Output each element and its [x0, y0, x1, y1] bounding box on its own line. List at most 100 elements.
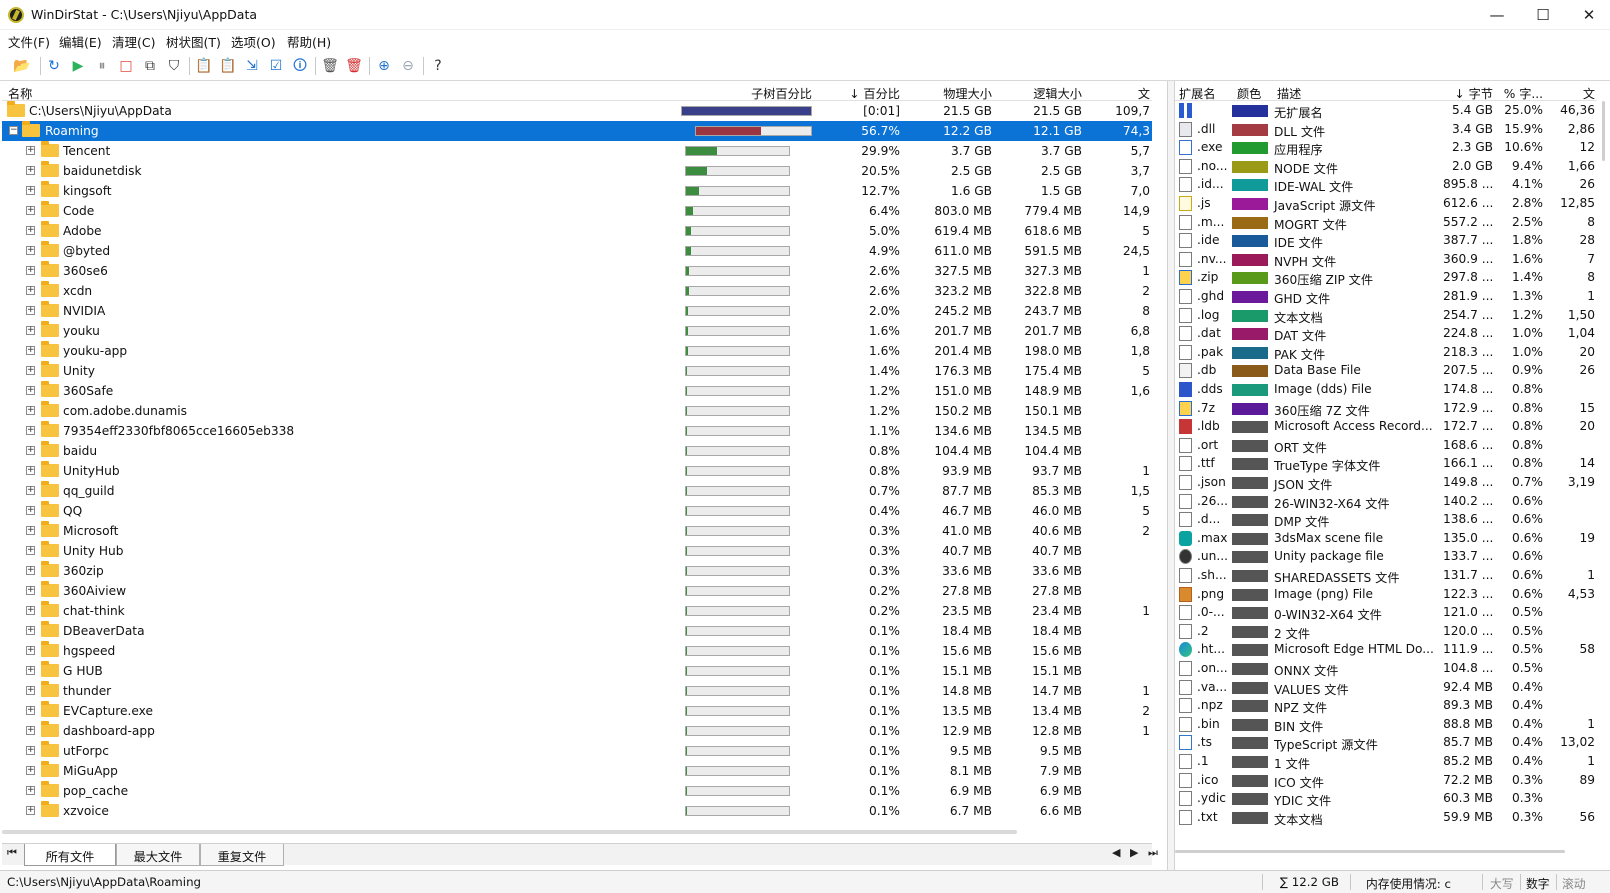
tree-row-thunder[interactable]: + thunder 0.1% 14.8 MB 14.7 MB 1 — [2, 681, 1152, 701]
pause-button[interactable]: ⏸ — [91, 55, 113, 77]
ext-row-un[interactable]: .un... Unity package file 133.7 ... 0.6% — [1175, 547, 1597, 566]
expand-toggle[interactable]: + — [26, 806, 35, 815]
tree-row-dashboard-app[interactable]: + dashboard-app 0.1% 12.9 MB 12.8 MB 1 — [2, 721, 1152, 741]
ext-row-va[interactable]: .va... VALUES 文件 92.4 MB 0.4% — [1175, 678, 1597, 697]
tree-row-360aiview[interactable]: +360Aiview 0.2% 27.8 MB 27.8 MB — [2, 581, 1152, 601]
column-subtree-percent[interactable]: 子树百分比 — [682, 84, 812, 102]
tab-all-files[interactable]: 所有文件 — [24, 844, 116, 866]
tree-row-360safe[interactable]: +360Safe 1.2% 151.0 MB 148.9 MB 1,6 — [2, 381, 1152, 401]
expand-toggle[interactable]: + — [26, 246, 35, 255]
ext-row-ort[interactable]: .ort ORT 文件 168.6 ... 0.8% — [1175, 436, 1597, 455]
ext-row-id[interactable]: .id... IDE-WAL 文件 895.8 ... 4.1% 26 — [1175, 175, 1597, 194]
zoom-in-button[interactable]: ⊕ — [373, 55, 395, 77]
expand-toggle[interactable]: + — [26, 326, 35, 335]
ext-row-dat[interactable]: .dat DAT 文件 224.8 ... 1.0% 1,04 — [1175, 324, 1597, 343]
tree-row-baidunetdisk[interactable]: + baidunetdisk 20.5% 2.5 GB 2.5 GB 3,7 — [2, 161, 1152, 181]
tree-selected-row[interactable]: − Roaming 56.7% 12.2 GB 12.1 GB 74,3 — [2, 121, 1152, 141]
ext-row-npz[interactable]: .npz NPZ 文件 89.3 MB 0.4% — [1175, 696, 1597, 715]
ext-row-ydic[interactable]: .ydic YDIC 文件 60.3 MB 0.3% — [1175, 789, 1597, 808]
expand-toggle[interactable]: + — [26, 666, 35, 675]
ext-row-1[interactable]: .1 1 文件 85.2 MB 0.4% 1 — [1175, 752, 1597, 771]
next-tab-arrow-icon[interactable]: ▶ — [1130, 846, 1138, 859]
expand-toggle[interactable]: + — [26, 626, 35, 635]
menu-cleanup[interactable]: 清理(C) — [112, 32, 155, 51]
expand-toggle[interactable]: + — [26, 786, 35, 795]
column-color[interactable]: 颜色 — [1237, 84, 1261, 102]
ext-row-no[interactable]: .no... NODE 文件 2.0 GB 9.4% 1,66 — [1175, 157, 1597, 176]
expand-toggle[interactable]: + — [26, 546, 35, 555]
ext-row-ts[interactable]: .ts TypeScript 源文件 85.7 MB 0.4% 13,02 — [1175, 733, 1597, 752]
tree-row-code[interactable]: + Code 6.4% 803.0 MB 779.4 MB 14,9 — [2, 201, 1152, 221]
tree-row-unity-hub[interactable]: + Unity Hub 0.3% 40.7 MB 40.7 MB — [2, 541, 1152, 561]
tree-row-qq-guild[interactable]: + qq_guild 0.7% 87.7 MB 85.3 MB 1,5 — [2, 481, 1152, 501]
tree-row-pop-cache[interactable]: + pop_cache 0.1% 6.9 MB 6.9 MB — [2, 781, 1152, 801]
ext-row-d[interactable]: .d... DMP 文件 138.6 ... 0.6% — [1175, 510, 1597, 529]
tab-duplicate-files[interactable]: 重复文件 — [200, 844, 284, 866]
tree-row-g-hub[interactable]: + G HUB 0.1% 15.1 MB 15.1 MB — [2, 661, 1152, 681]
filter-button[interactable]: ⛉ — [163, 55, 185, 77]
expand-toggle[interactable]: + — [26, 266, 35, 275]
scrollbar-thumb[interactable] — [2, 830, 1017, 834]
expand-toggle[interactable]: + — [26, 606, 35, 615]
collapse-toggle[interactable]: − — [9, 126, 18, 135]
expand-toggle[interactable]: + — [26, 486, 35, 495]
open-folder-button[interactable]: 📂 — [11, 55, 33, 77]
tree-root-row[interactable]: C:\Users\Njiyu\AppData [0:01] 21.5 GB 21… — [2, 101, 1152, 121]
tree-row-baidu[interactable]: + baidu 0.8% 104.4 MB 104.4 MB — [2, 441, 1152, 461]
ext-row-log[interactable]: .log 文本文档 254.7 ... 1.2% 1,50 — [1175, 306, 1597, 325]
pane-splitter[interactable] — [1167, 81, 1175, 870]
ext-row-ico[interactable]: .ico ICO 文件 72.2 MB 0.3% 89 — [1175, 771, 1597, 790]
ext-row-2[interactable]: .2 2 文件 120.0 ... 0.5% — [1175, 622, 1597, 641]
directory-tree[interactable]: C:\Users\Njiyu\AppData [0:01] 21.5 GB 21… — [2, 101, 1152, 835]
expand-toggle[interactable]: + — [26, 186, 35, 195]
first-tab-arrow-icon[interactable]: ⏮ — [7, 846, 17, 860]
extension-vertical-scrollbar[interactable] — [1599, 101, 1607, 835]
tree-row-youku[interactable]: + youku 1.6% 201.7 MB 201.7 MB 6,8 — [2, 321, 1152, 341]
menu-edit[interactable]: 编辑(E) — [59, 32, 102, 51]
column-logical-size[interactable]: 逻辑大小 — [997, 84, 1082, 102]
recycle-button[interactable]: 🗑 — [319, 55, 341, 77]
expand-toggle[interactable]: + — [26, 466, 35, 475]
ext-row-db[interactable]: .db Data Base File 207.5 ... 0.9% 26 — [1175, 361, 1597, 380]
expand-toggle[interactable]: + — [26, 746, 35, 755]
maximize-button[interactable]: ☐ — [1520, 0, 1566, 30]
tree-row-evcapture-exe[interactable]: + EVCapture.exe 0.1% 13.5 MB 13.4 MB 2 — [2, 701, 1152, 721]
ext-row-bin[interactable]: .bin BIN 文件 88.8 MB 0.4% 1 — [1175, 715, 1597, 734]
expand-toggle[interactable]: + — [26, 306, 35, 315]
ext-row-m[interactable]: .m... MOGRT 文件 557.2 ... 2.5% 8 — [1175, 213, 1597, 232]
expand-toggle[interactable]: + — [26, 406, 35, 415]
expand-toggle[interactable]: + — [26, 766, 35, 775]
ext-row-ldb[interactable]: .ldb Microsoft Access Record... 172.7 ... 0… — [1175, 417, 1597, 436]
tree-row-kingsoft[interactable]: + kingsoft 12.7% 1.6 GB 1.5 GB 7,0 — [2, 181, 1152, 201]
ext-row-dll[interactable]: .dll DLL 文件 3.4 GB 15.9% 2,86 — [1175, 120, 1597, 139]
tree-row-unityhub[interactable]: + UnityHub 0.8% 93.9 MB 93.7 MB 1 — [2, 461, 1152, 481]
ext-row-26[interactable]: .26... 26-WIN32-X64 文件 140.2 ... 0.6% — [1175, 492, 1597, 511]
tree-horizontal-scrollbar[interactable] — [2, 828, 1152, 836]
tree-row-adobe[interactable]: + Adobe 5.0% 619.4 MB 618.6 MB 5 — [2, 221, 1152, 241]
ext-row-ttf[interactable]: .ttf TrueType 字体文件 166.1 ... 0.8% 14 — [1175, 454, 1597, 473]
expand-toggle[interactable]: + — [26, 346, 35, 355]
tree-row-nvidia[interactable]: + NVIDIA 2.0% 245.2 MB 243.7 MB 8 — [2, 301, 1152, 321]
tree-row-youku-app[interactable]: + youku-app 1.6% 201.4 MB 198.0 MB 1,8 — [2, 341, 1152, 361]
prev-tab-arrow-icon[interactable]: ◀ — [1112, 846, 1120, 859]
extension-horizontal-scrollbar[interactable] — [1175, 848, 1597, 854]
ext-row-zip[interactable]: .zip 360压缩 ZIP 文件 297.8 ... 1.4% 8 — [1175, 268, 1597, 287]
help-button[interactable]: ? — [427, 55, 449, 77]
expand-toggle[interactable]: + — [26, 706, 35, 715]
ext-row-on[interactable]: .on... ONNX 文件 104.8 ... 0.5% — [1175, 659, 1597, 678]
expand-toggle[interactable]: + — [26, 686, 35, 695]
expand-toggle[interactable]: + — [26, 586, 35, 595]
ext-row-7z[interactable]: .7z 360压缩 7Z 文件 172.9 ... 0.8% 15 — [1175, 399, 1597, 418]
tree-row-hgspeed[interactable]: + hgspeed 0.1% 15.6 MB 15.6 MB — [2, 641, 1152, 661]
expand-toggle[interactable]: + — [26, 206, 35, 215]
expand-toggle[interactable]: + — [26, 286, 35, 295]
properties-button[interactable]: ☑ — [265, 55, 287, 77]
tree-row-qq[interactable]: + QQ 0.4% 46.7 MB 46.0 MB 5 — [2, 501, 1152, 521]
column-bytes[interactable]: ↓ 字节 — [1443, 84, 1493, 102]
tree-row-utforpc[interactable]: + utForpc 0.1% 9.5 MB 9.5 MB — [2, 741, 1152, 761]
menu-file[interactable]: 文件(F) — [8, 32, 50, 51]
info-button[interactable]: 🛈 — [289, 55, 311, 77]
column-description[interactable]: 描述 — [1277, 84, 1301, 102]
ext-row-0[interactable]: .0-... 0-WIN32-X64 文件 121.0 ... 0.5% — [1175, 603, 1597, 622]
menu-treemap[interactable]: 树状图(T) — [166, 32, 221, 51]
